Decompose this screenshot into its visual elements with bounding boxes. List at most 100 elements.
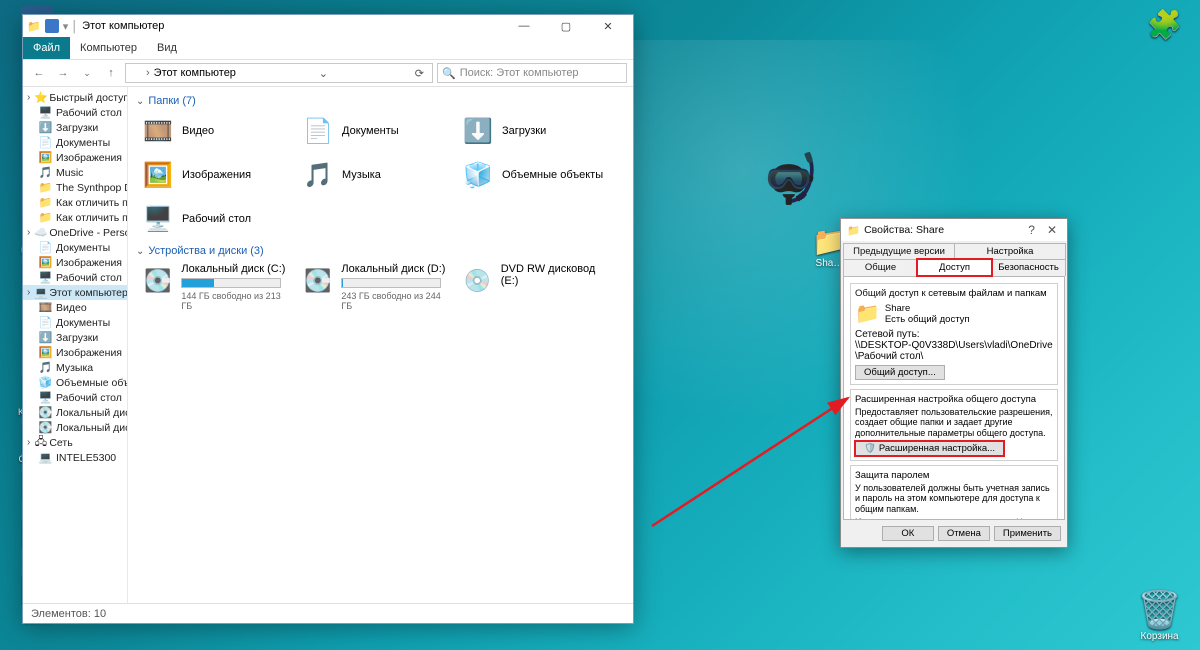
nav-category[interactable]: 🖧Сеть [23, 435, 127, 450]
window-maximize-button[interactable]: ▢ [545, 15, 587, 37]
folder-icon: 📁 [847, 224, 860, 237]
nav-category[interactable]: ☁️OneDrive - Personal [23, 225, 127, 240]
nav-item[interactable]: 🧊Объемные объект [23, 375, 127, 390]
folder-label: Рабочий стол [182, 213, 251, 225]
folder-icon: 📁 [855, 301, 880, 326]
nav-item[interactable]: 📁The Synthpop Disco [23, 180, 127, 195]
password-desc: У пользователей должны быть учетная запи… [855, 483, 1053, 514]
trash-icon: 🗑️ [1137, 589, 1182, 631]
nav-item-icon: ⬇️ [39, 331, 52, 344]
drive-icon: 💽 [300, 263, 335, 299]
properties-tab[interactable]: Настройка [954, 243, 1066, 259]
apply-button[interactable]: Применить [994, 526, 1061, 541]
nav-item-icon: 🎞️ [39, 301, 52, 314]
nav-item[interactable]: 💻INTELE5300 [23, 450, 127, 465]
search-input[interactable]: 🔍 Поиск: Этот компьютер [437, 63, 627, 83]
folder-tile[interactable]: 🧊Объемные объекты [456, 153, 616, 197]
folder-tile[interactable]: 🎞️Видео [136, 109, 296, 153]
recycle-bin[interactable]: 🗑️ Корзина [1137, 589, 1182, 642]
nav-recent-button[interactable]: ⌄ [77, 63, 97, 83]
properties-tab[interactable]: Безопасность [991, 259, 1066, 276]
content-pane[interactable]: Папки (7) 🎞️Видео📄Документы⬇️Загрузки 🖼️ И… [128, 87, 633, 603]
pc-icon-small [45, 19, 59, 33]
nav-forward-button[interactable]: → [53, 63, 73, 83]
folder-label: Объемные объекты [502, 169, 603, 181]
drive-usage-bar [181, 278, 281, 288]
nav-item-icon: 🧊 [39, 376, 52, 389]
nav-item-icon: 🎵 [39, 361, 52, 374]
nav-up-button[interactable]: ↑ [101, 63, 121, 83]
nav-item[interactable]: 🖥️Рабочий стол [23, 390, 127, 405]
cancel-button[interactable]: Отмена [938, 526, 990, 541]
nav-category[interactable]: ⭐Быстрый доступ [23, 90, 127, 105]
dialog-tabs: Предыдущие версииНастройка ОбщиеДоступБез… [841, 241, 1067, 276]
net-path-label: Сетевой путь: [855, 329, 920, 340]
dialog-title-bar[interactable]: 📁 Свойства: Share ? ✕ [841, 219, 1067, 241]
folder-icon: 📄 [300, 113, 336, 149]
folder-icon: 🎞️ [140, 113, 176, 149]
nav-item-icon: 💻 [39, 451, 52, 464]
nav-item-icon: 🖥️ [39, 271, 52, 284]
navigation-pane[interactable]: ⭐Быстрый доступ🖥️Рабочий стол⬇️Загрузки📄… [23, 87, 128, 603]
nav-item[interactable]: 💽Локальный диск (C [23, 405, 127, 420]
group-header-drives[interactable]: Устройства и диски (3) [136, 241, 625, 259]
nav-item[interactable]: 🖼️Изображения [23, 345, 127, 360]
nav-item[interactable]: 📁Как отличить пира [23, 210, 127, 225]
window-close-button[interactable]: ✕ [587, 15, 629, 37]
drive-tile[interactable]: 💿DVD RW дисковод (E:) [456, 259, 616, 315]
drive-tile[interactable]: 💽Локальный диск (C:)144 ГБ свободно из 2… [136, 259, 296, 315]
nav-back-button[interactable]: ← [29, 63, 49, 83]
folder-label: Изображения [182, 169, 251, 181]
properties-tab[interactable]: Доступ [917, 259, 992, 276]
folder-tile[interactable]: 🎵Музыка [296, 153, 456, 197]
nav-item[interactable]: 📁Как отличить пира [23, 195, 127, 210]
window-minimize-button[interactable]: — [503, 15, 545, 37]
file-explorer-window: 📁 ▾ │ Этот компьютер — ▢ ✕ Файл Компьюте… [22, 14, 634, 624]
folder-tile[interactable]: 📄Документы [296, 109, 456, 153]
ribbon-tabs: Файл Компьютер Вид [23, 37, 633, 59]
group-header-folders[interactable]: Папки (7) [136, 91, 625, 109]
nav-item[interactable]: 📄Документы [23, 315, 127, 330]
nav-item-icon: 🖼️ [39, 256, 52, 269]
dialog-help-button[interactable]: ? [1024, 223, 1039, 237]
advanced-sharing-button[interactable]: 🛡️ Расширенная настройка... [855, 441, 1004, 456]
drive-usage-bar [341, 278, 441, 288]
window-title-bar[interactable]: 📁 ▾ │ Этот компьютер — ▢ ✕ [23, 15, 633, 37]
nav-item[interactable]: 🎞️Видео [23, 300, 127, 315]
drive-tile[interactable]: 💽Локальный диск (D:)243 ГБ свободно из 2… [296, 259, 456, 315]
dialog-close-button[interactable]: ✕ [1043, 223, 1061, 237]
nav-item[interactable]: 📄Документы [23, 135, 127, 150]
nav-item[interactable]: 🖼️Изображения [23, 150, 127, 165]
ribbon-tab-view[interactable]: Вид [147, 37, 187, 59]
ribbon-tab-file[interactable]: Файл [23, 37, 70, 59]
address-refresh-button[interactable]: ⟳ [411, 67, 428, 80]
properties-tab[interactable]: Общие [843, 259, 918, 276]
ok-button[interactable]: ОК [882, 526, 934, 541]
nav-item-icon: 🖼️ [39, 151, 52, 164]
share-button[interactable]: Общий доступ... [855, 365, 945, 380]
nav-item[interactable]: 🖥️Рабочий стол [23, 105, 127, 120]
breadcrumb-current[interactable]: Этот компьютер [154, 67, 236, 79]
nav-item[interactable]: ⬇️Загрузки [23, 330, 127, 345]
properties-tab[interactable]: Предыдущие версии [843, 243, 955, 259]
nav-category[interactable]: 💻Этот компьютер [23, 285, 127, 300]
folder-icon: 🖼️ [140, 157, 176, 193]
share-name: Share [885, 303, 910, 314]
address-dropdown-icon[interactable]: ⌄ [315, 67, 332, 80]
folder-tile[interactable]: ⬇️Загрузки [456, 109, 616, 153]
drive-label: Локальный диск (C:) [181, 263, 292, 275]
address-bar[interactable]: › Этот компьютер ⌄ ⟳ [125, 63, 433, 83]
nav-item-icon: 🖥️ [39, 391, 52, 404]
folder-tile[interactable]: 🖼️ Изображения [136, 153, 296, 197]
nav-item[interactable]: ⬇️Загрузки [23, 120, 127, 135]
nav-item[interactable]: 🎵Music [23, 165, 127, 180]
password-protection-group: Защита паролем У пользователей должны бы… [850, 465, 1058, 520]
nav-item[interactable]: 🖼️Изображения [23, 255, 127, 270]
nav-item[interactable]: 🎵Музыка [23, 360, 127, 375]
nav-item[interactable]: 🖥️Рабочий стол [23, 270, 127, 285]
folder-tile[interactable]: 🖥️Рабочий стол [136, 197, 296, 241]
desktop-control-panel-icon[interactable]: 🧩 [1147, 8, 1182, 41]
ribbon-tab-computer[interactable]: Компьютер [70, 37, 147, 59]
properties-dialog: 📁 Свойства: Share ? ✕ Предыдущие версииН… [840, 218, 1068, 548]
nav-item[interactable]: 📄Документы [23, 240, 127, 255]
